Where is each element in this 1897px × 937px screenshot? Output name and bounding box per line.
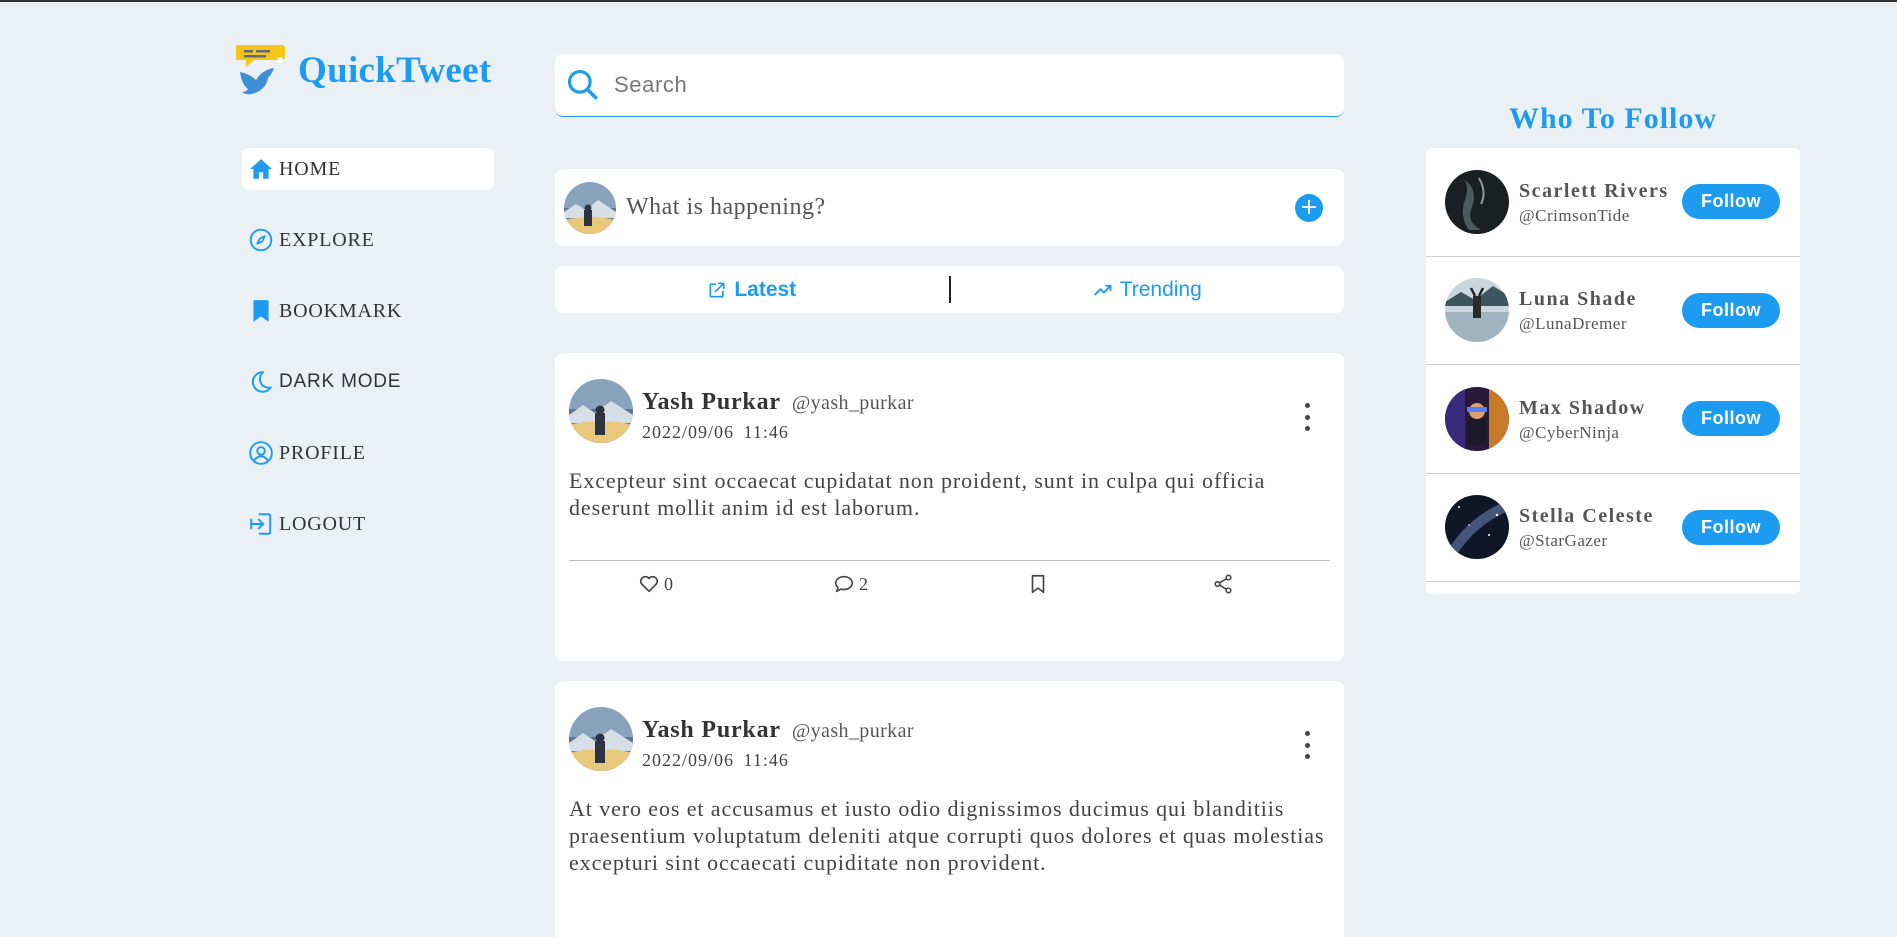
post-body: Excepteur sint occaecat cupidatat non pr… (569, 468, 1266, 520)
share-button[interactable] (1212, 573, 1234, 595)
like-count: 0 (664, 573, 673, 594)
user-circle-icon (249, 441, 273, 465)
bookmark-button[interactable] (1027, 573, 1049, 595)
user-handle: @CyberNinja (1519, 422, 1620, 442)
compose-avatar-image (564, 181, 616, 234)
nav-item-dark-mode[interactable]: DARK MODE (242, 361, 494, 403)
follow-button[interactable]: Follow (1682, 184, 1780, 220)
post-author-name[interactable]: Yash Purkar (642, 389, 781, 416)
post-header: Yash Purkar @yash_purkar 2022/09/06 11:4… (555, 681, 1344, 771)
more-options-icon[interactable] (1295, 403, 1319, 431)
post-actions: 0 2 (569, 560, 1330, 598)
search-input[interactable] (614, 72, 1314, 98)
user-avatar-image (1445, 495, 1509, 560)
app-logo[interactable]: QuickTweet (236, 42, 496, 98)
follow-button[interactable]: Follow (1682, 292, 1780, 328)
moon-icon (251, 371, 272, 393)
user-handle: @LunaDremer (1519, 314, 1627, 334)
post-avatar-image (569, 379, 633, 443)
avatar[interactable] (1445, 169, 1509, 234)
avatar (564, 181, 616, 234)
home-icon (250, 159, 272, 179)
logout-icon (250, 513, 272, 535)
post-header: Yash Purkar @yash_purkar 2022/09/06 11:4… (555, 353, 1344, 443)
post-timestamp: 2022/09/06 11:46 (642, 750, 789, 770)
user-avatar-image (1445, 169, 1509, 234)
sidebar-nav: HOME EXPLORE BOOKMARK DARK MODE PROFILE … (242, 148, 494, 574)
user-avatar-image (1445, 278, 1509, 343)
user-name[interactable]: Luna Shade (1519, 288, 1637, 311)
search-bar (555, 54, 1344, 117)
user-name[interactable]: Max Shadow (1519, 397, 1646, 420)
like-button[interactable]: 0 (638, 573, 673, 595)
post-timestamp: 2022/09/06 11:46 (642, 422, 789, 442)
nav-label-logout: LOGOUT (279, 512, 367, 535)
post-author-name[interactable]: Yash Purkar (642, 717, 781, 744)
list-item: Stella Celeste @StarGazer Follow (1426, 474, 1800, 582)
post-author-handle[interactable]: @yash_purkar (792, 720, 914, 743)
post-meta: Yash Purkar @yash_purkar 2022/09/06 11:4… (642, 389, 914, 443)
user-avatar-image (1445, 386, 1509, 451)
post-avatar-image (569, 707, 633, 771)
who-to-follow-list: Scarlett Rivers @CrimsonTide Follow Luna… (1426, 148, 1800, 594)
app-name: QuickTweet (298, 49, 492, 91)
bookmark-outline-icon (1031, 574, 1045, 594)
compass-icon (249, 228, 273, 252)
tab-latest[interactable]: Latest (555, 278, 949, 302)
comment-count: 2 (859, 573, 868, 594)
more-options-icon[interactable] (1295, 731, 1319, 759)
list-item: Luna Shade @LunaDremer Follow (1426, 257, 1800, 365)
user-name[interactable]: Stella Celeste (1519, 505, 1654, 528)
post-meta: Yash Purkar @yash_purkar 2022/09/06 11:4… (642, 717, 914, 771)
follow-button[interactable]: Follow (1682, 401, 1780, 437)
nav-label-dark-mode: DARK MODE (279, 371, 402, 392)
avatar[interactable] (569, 707, 633, 771)
avatar[interactable] (1445, 386, 1509, 451)
heart-icon (639, 575, 659, 593)
compose-input[interactable] (626, 194, 1266, 221)
nav-label-profile: PROFILE (279, 441, 366, 464)
search-icon (567, 69, 598, 100)
post-card: Yash Purkar @yash_purkar 2022/09/06 11:4… (555, 681, 1344, 937)
feed-tabs: Latest Trending (555, 266, 1344, 313)
external-link-icon (709, 282, 725, 297)
nav-label-home: HOME (279, 157, 342, 180)
nav-item-logout[interactable]: LOGOUT (242, 503, 494, 545)
nav-item-bookmark[interactable]: BOOKMARK (242, 290, 494, 332)
plus-circle-icon[interactable]: + (1295, 193, 1323, 222)
compose-box: + (555, 169, 1344, 246)
bookmark-icon (253, 300, 269, 322)
tab-latest-label: Latest (734, 277, 797, 301)
user-handle: @StarGazer (1519, 531, 1608, 551)
comment-button[interactable]: 2 (833, 573, 868, 595)
follow-button[interactable]: Follow (1682, 509, 1780, 545)
tab-trending-label: Trending (1119, 277, 1202, 301)
comment-icon (834, 575, 854, 593)
bird-logo-icon (236, 45, 285, 95)
share-icon (1214, 574, 1232, 594)
post-body: At vero eos et accusamus et iusto odio d… (569, 796, 1325, 875)
nav-item-profile[interactable]: PROFILE (242, 432, 494, 474)
trending-up-icon (1093, 284, 1112, 296)
nav-item-home[interactable]: HOME (242, 148, 494, 190)
tab-trending[interactable]: Trending (951, 278, 1345, 302)
nav-label-explore: EXPLORE (279, 228, 375, 251)
list-item: Scarlett Rivers @CrimsonTide Follow (1426, 148, 1800, 257)
user-name[interactable]: Scarlett Rivers (1519, 180, 1669, 203)
post-author-handle[interactable]: @yash_purkar (792, 392, 914, 415)
who-to-follow-title: Who To Follow (1508, 102, 1718, 135)
list-item: Max Shadow @CyberNinja Follow (1426, 365, 1800, 474)
avatar[interactable] (569, 379, 633, 443)
avatar[interactable] (1445, 278, 1509, 343)
user-handle: @CrimsonTide (1519, 205, 1630, 225)
nav-label-bookmark: BOOKMARK (279, 299, 403, 322)
post-card: Yash Purkar @yash_purkar 2022/09/06 11:4… (555, 353, 1344, 661)
nav-item-explore[interactable]: EXPLORE (242, 219, 494, 261)
avatar[interactable] (1445, 495, 1509, 560)
